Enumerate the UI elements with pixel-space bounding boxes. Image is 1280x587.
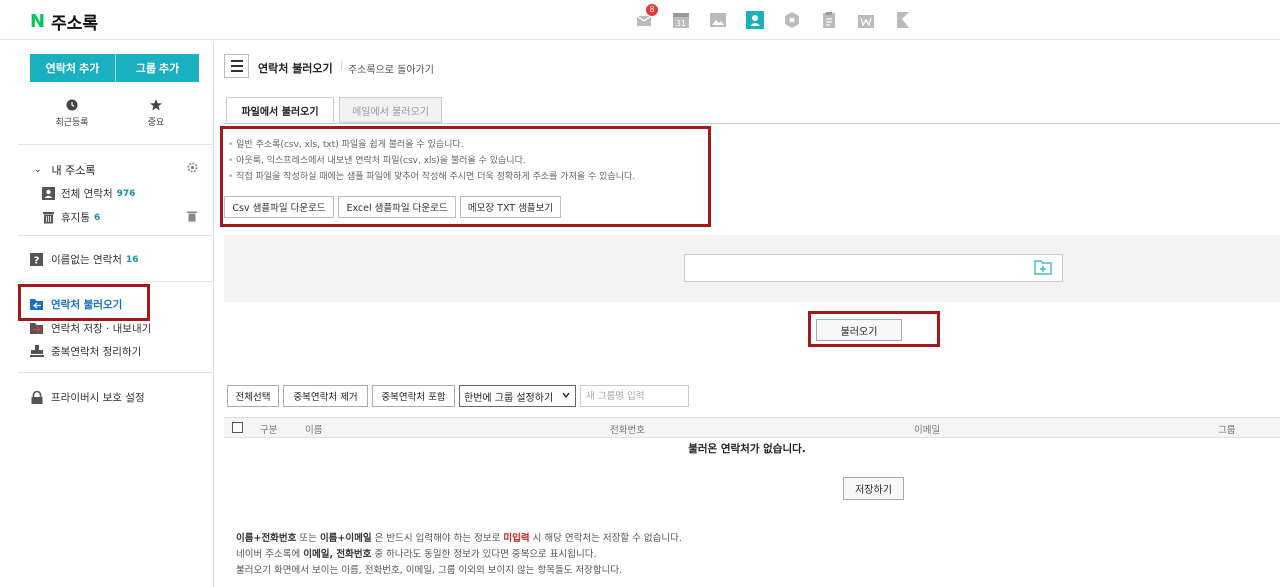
important-shortcut[interactable]: 중요 bbox=[126, 99, 186, 128]
sidebar-item-export[interactable]: 연락처 저장 · 내보내기 bbox=[30, 321, 151, 336]
tab-mail-import[interactable]: 메일에서 불러오기 bbox=[339, 97, 442, 123]
drive-icon[interactable] bbox=[782, 10, 802, 30]
highlight-notes-box bbox=[220, 126, 711, 227]
sidebar-item-dedupe[interactable]: 중복연락처 정리하기 bbox=[30, 344, 141, 359]
unnamed-count: 16 bbox=[125, 254, 139, 265]
chevron-down-icon: ⌄ bbox=[34, 165, 42, 175]
hamburger-menu-icon[interactable] bbox=[224, 54, 249, 78]
mail-badge: 8 bbox=[646, 4, 658, 16]
chevron-down-icon bbox=[562, 392, 570, 399]
tab-underline bbox=[224, 123, 1280, 124]
my-addressbook-label: 내 주소록 bbox=[51, 164, 96, 177]
add-contact-button[interactable]: 연락처 추가 bbox=[30, 54, 115, 82]
stamp-icon bbox=[30, 345, 44, 357]
works-icon[interactable] bbox=[856, 10, 876, 30]
recent-label: 최근등록 bbox=[55, 118, 89, 128]
main-content: 연락처 불러오기 | 주소록으로 돌아가기 파일에서 불러오기 메일에서 불러오… bbox=[214, 41, 1280, 587]
sidebar-divider bbox=[18, 372, 214, 373]
trash-icon bbox=[43, 212, 54, 224]
top-header: N 주소록 8 31 bbox=[0, 0, 1280, 40]
gear-icon[interactable] bbox=[187, 162, 198, 173]
include-duplicates-button[interactable]: 중복연락처 포함 bbox=[372, 385, 455, 407]
new-group-name-input[interactable] bbox=[580, 385, 689, 407]
folder-add-icon[interactable] bbox=[1034, 259, 1052, 275]
folder-export-icon bbox=[30, 323, 43, 334]
highlight-load-button bbox=[808, 311, 940, 347]
sidebar-item-trash[interactable]: 휴지통 6 bbox=[42, 210, 100, 225]
sidebar-divider bbox=[18, 235, 214, 236]
highlight-import-menu bbox=[18, 284, 150, 321]
add-buttons: 연락처 추가 그룹 추가 bbox=[30, 54, 199, 82]
column-group: 그룹 bbox=[1218, 425, 1236, 436]
footnotes: 이름+전화번호 또는 이름+이메일 은 반드시 입력해야 하는 정보로 미입력 … bbox=[236, 531, 682, 579]
photo-icon[interactable] bbox=[708, 10, 728, 30]
sidebar-divider bbox=[18, 281, 214, 282]
add-group-button[interactable]: 그룹 추가 bbox=[115, 54, 199, 82]
column-email: 이메일 bbox=[914, 425, 941, 436]
unnamed-label: 이름없는 연락처 bbox=[51, 254, 122, 266]
privacy-label: 프라이버시 보호 설정 bbox=[51, 392, 145, 404]
trash-label: 휴지통 bbox=[61, 212, 90, 224]
group-select[interactable]: 한번에 그룹 설정하기 bbox=[459, 385, 576, 407]
important-label: 중요 bbox=[147, 118, 165, 128]
contact-card-icon bbox=[42, 187, 55, 200]
save-button[interactable]: 저장하기 bbox=[843, 477, 904, 500]
footnote-line: 불러오기 화면에서 보이는 이름, 전화번호, 이메일, 그룹 이외의 보이지 … bbox=[236, 565, 623, 576]
column-type: 구분 bbox=[260, 425, 278, 436]
remove-duplicates-button[interactable]: 중복연락처 제거 bbox=[283, 385, 368, 407]
breadcrumb-separator: | bbox=[340, 60, 344, 71]
question-card-icon: ? bbox=[30, 253, 43, 267]
mail-icon[interactable]: 8 bbox=[634, 4, 658, 30]
star-icon bbox=[150, 99, 162, 111]
back-to-addressbook-link[interactable]: 주소록으로 돌아가기 bbox=[348, 61, 434, 76]
sidebar-item-all-contacts[interactable]: 전체 연락처 976 bbox=[42, 186, 135, 201]
memo-icon[interactable] bbox=[819, 10, 839, 30]
group-select-value: 한번에 그룹 설정하기 bbox=[464, 392, 554, 404]
app-title: 주소록 bbox=[51, 14, 98, 34]
footnote-line: 네이버 주소록에 이메일, 전화번호 중 하나라도 동일한 정보가 있다면 중복… bbox=[236, 549, 597, 560]
bookmark-icon[interactable] bbox=[893, 10, 913, 30]
column-name: 이름 bbox=[305, 425, 323, 436]
sidebar-divider bbox=[18, 144, 214, 145]
calendar-day: 31 bbox=[676, 19, 686, 28]
sidebar-item-privacy[interactable]: 프라이버시 보호 설정 bbox=[30, 390, 145, 405]
select-all-checkbox[interactable] bbox=[232, 422, 243, 433]
page-title: 연락처 불러오기 bbox=[258, 62, 333, 75]
my-addressbook-toggle[interactable]: ⌄ 내 주소록 bbox=[34, 162, 96, 178]
all-contacts-label: 전체 연락처 bbox=[61, 188, 113, 200]
empty-list-message: 불러온 연락처가 없습니다. bbox=[688, 443, 806, 455]
empty-trash-icon[interactable] bbox=[187, 211, 197, 222]
contacts-table-header: 구분 이름 전화번호 이메일 그룹 bbox=[224, 417, 1280, 438]
all-contacts-count: 976 bbox=[116, 188, 136, 199]
column-phone: 전화번호 bbox=[610, 425, 645, 436]
clock-icon bbox=[66, 99, 78, 111]
calendar-icon[interactable]: 31 bbox=[671, 10, 691, 30]
lock-icon bbox=[31, 391, 43, 404]
tab-file-import[interactable]: 파일에서 불러오기 bbox=[226, 97, 334, 123]
trash-count: 6 bbox=[93, 212, 101, 223]
dedupe-label: 중복연락처 정리하기 bbox=[51, 346, 142, 358]
export-label: 연락처 저장 · 내보내기 bbox=[51, 323, 152, 335]
contacts-icon[interactable] bbox=[745, 10, 765, 30]
footnote-line: 이름+전화번호 또는 이름+이메일 은 반드시 입력해야 하는 정보로 미입력 … bbox=[236, 533, 682, 544]
svg-text:?: ? bbox=[34, 256, 40, 267]
select-all-button[interactable]: 전체선택 bbox=[227, 385, 279, 407]
app-logo[interactable]: N 주소록 bbox=[30, 9, 98, 34]
service-icons: 8 31 bbox=[634, 4, 930, 30]
recent-shortcut[interactable]: 최근등록 bbox=[42, 99, 102, 128]
file-path-input[interactable] bbox=[684, 254, 1063, 282]
naver-logo-icon: N bbox=[30, 11, 46, 32]
sidebar-item-unnamed[interactable]: ? 이름없는 연락처 16 bbox=[30, 252, 139, 267]
